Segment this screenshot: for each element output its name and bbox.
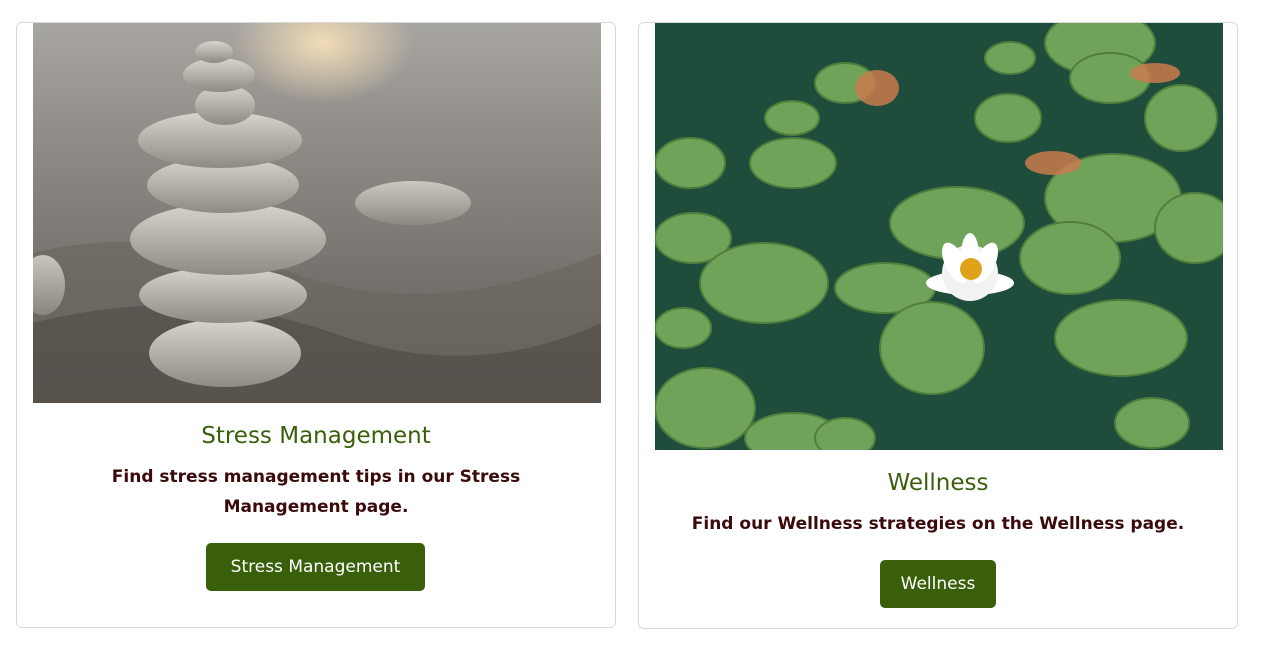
- wellness-button[interactable]: Wellness: [880, 560, 996, 608]
- card-stress-management: Stress Management Find stress management…: [16, 22, 616, 628]
- water-lily-image: [655, 23, 1223, 450]
- card-description: Find stress management tips in our Stres…: [111, 467, 521, 517]
- cards-row: Stress Management Find stress management…: [0, 0, 1282, 658]
- card-title: Wellness: [887, 470, 989, 496]
- stress-management-button[interactable]: Stress Management: [206, 543, 425, 591]
- card-description: Find our Wellness strategies on the Well…: [691, 514, 1185, 534]
- card-wellness: Wellness Find our Wellness strategies on…: [638, 22, 1238, 629]
- card-title: Stress Management: [201, 423, 431, 449]
- stacked-stones-image: [33, 23, 601, 403]
